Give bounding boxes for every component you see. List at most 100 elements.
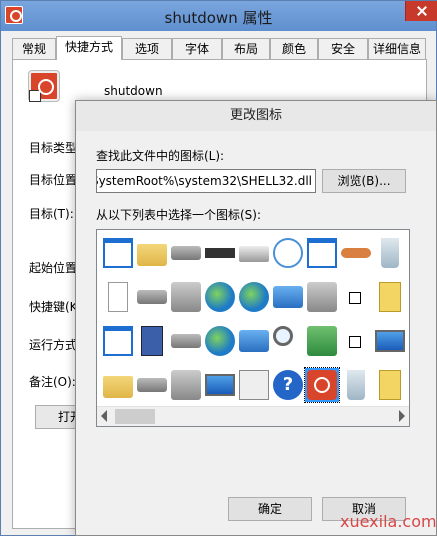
tree-icon — [307, 326, 337, 356]
shortcut-power-icon — [29, 71, 59, 102]
globe-icon — [205, 326, 235, 356]
tab-layout[interactable]: 布局 — [222, 38, 270, 60]
hand-icon — [341, 248, 371, 258]
icon-cell[interactable] — [135, 324, 169, 358]
help-icon: ? — [273, 370, 303, 400]
drive-icon — [137, 290, 167, 304]
window-title: shutdown 属性 — [164, 9, 273, 27]
window-icon — [103, 238, 133, 268]
icon-cell[interactable]: ? — [271, 368, 305, 402]
icon-cell[interactable] — [203, 280, 237, 314]
globe-icon — [239, 282, 269, 312]
monitor-icon — [375, 330, 405, 352]
close-button[interactable] — [405, 1, 437, 21]
icon-cell[interactable] — [135, 236, 169, 270]
icon-cell[interactable] — [135, 368, 169, 402]
watermark: xuexila.com — [340, 512, 437, 531]
shortcut-name: shutdown — [104, 84, 163, 98]
icon-file-path-input[interactable]: %SystemRoot%\system32\SHELL32.dll — [96, 169, 316, 193]
drive-icon — [137, 378, 167, 392]
icon-cell[interactable] — [339, 280, 373, 314]
icon-cell[interactable] — [169, 280, 203, 314]
chip-icon — [205, 248, 235, 258]
folder-icon — [103, 376, 133, 398]
icon-cell[interactable] — [305, 236, 339, 270]
icon-cell[interactable] — [339, 236, 373, 270]
window-icon — [103, 326, 133, 356]
icon-cell[interactable] — [169, 236, 203, 270]
shortcut-key-label: 快捷键(K — [29, 300, 78, 314]
floppy-icon — [141, 326, 163, 356]
icon-cell[interactable] — [271, 324, 305, 358]
tab-details[interactable]: 详细信息 — [368, 38, 426, 60]
comment-label: 备注(O): — [29, 375, 76, 389]
dialog-title: 更改图标 — [76, 101, 436, 131]
icon-cell-selected[interactable] — [304, 367, 340, 403]
target-label: 目标(T): — [29, 207, 74, 221]
icon-cell[interactable] — [169, 368, 203, 402]
shortcut-arrow-icon — [349, 336, 361, 348]
calculator-icon — [239, 370, 269, 400]
icon-cell[interactable] — [101, 236, 135, 270]
icon-cell[interactable] — [135, 280, 169, 314]
scroll-thumb[interactable] — [115, 409, 155, 424]
globe-icon — [205, 282, 235, 312]
icon-cell[interactable] — [373, 368, 407, 402]
icon-cell[interactable] — [203, 324, 237, 358]
run-label: 运行方式 — [29, 338, 78, 352]
tab-shortcut[interactable]: 快捷方式 — [56, 36, 122, 60]
change-icon-dialog: 更改图标 查找此文件中的图标(L): %SystemRoot%\system32… — [75, 100, 437, 536]
yellow-document-icon — [379, 282, 401, 312]
icon-cell[interactable] — [237, 236, 271, 270]
icon-list[interactable]: ? — [96, 229, 410, 427]
icon-cell[interactable] — [237, 324, 271, 358]
control-panel-icon — [273, 286, 303, 308]
icon-cell[interactable] — [373, 280, 407, 314]
monitor-icon — [307, 282, 337, 312]
folder-icon — [137, 244, 167, 266]
icon-cell[interactable] — [305, 324, 339, 358]
network-icon — [239, 330, 269, 352]
shortcut-arrow-icon — [29, 90, 41, 102]
icon-file-path-value: %SystemRoot%\system32\SHELL32.dll — [96, 174, 312, 188]
start-in-label: 起始位置 — [29, 261, 78, 275]
icon-cell[interactable] — [169, 324, 203, 358]
icon-cell[interactable] — [271, 236, 305, 270]
horizontal-scrollbar[interactable] — [97, 406, 409, 426]
target-type-label: 目标类型 — [29, 141, 78, 155]
scroll-left-icon[interactable] — [101, 410, 107, 422]
printer-icon — [239, 246, 269, 262]
clock-icon — [273, 238, 303, 268]
icon-cell[interactable] — [237, 280, 271, 314]
icon-cell[interactable] — [101, 368, 135, 402]
icon-cell[interactable] — [203, 236, 237, 270]
scroll-right-icon[interactable] — [399, 410, 405, 422]
icon-cell[interactable] — [271, 280, 305, 314]
icon-cell[interactable] — [373, 236, 407, 270]
icon-cell[interactable] — [305, 280, 339, 314]
tab-options[interactable]: 选项 — [122, 38, 172, 60]
power-icon — [307, 370, 337, 400]
recycle-bin-icon — [347, 370, 365, 400]
tab-general[interactable]: 常规 — [12, 38, 56, 60]
monitor-icon — [205, 374, 235, 396]
icon-cell[interactable] — [373, 324, 407, 358]
magnifier-icon — [273, 326, 293, 346]
shortcut-arrow-icon — [349, 292, 361, 304]
tab-colors[interactable]: 颜色 — [270, 38, 318, 60]
icon-cell[interactable] — [237, 368, 271, 402]
icon-cell[interactable] — [203, 368, 237, 402]
icon-cell[interactable] — [339, 324, 373, 358]
recycle-bin-icon — [381, 238, 399, 268]
icon-cell[interactable] — [101, 324, 135, 358]
browse-button[interactable]: 浏览(B)... — [322, 169, 406, 193]
ok-button[interactable]: 确定 — [228, 497, 312, 521]
tab-font[interactable]: 字体 — [172, 38, 222, 60]
yellow-document-icon — [379, 370, 401, 400]
tab-security[interactable]: 安全 — [318, 38, 368, 60]
icon-cell[interactable] — [339, 368, 373, 402]
title-bar[interactable]: shutdown 属性 — [1, 1, 437, 31]
drive-icon — [171, 334, 201, 348]
target-location-label: 目标位置 — [29, 173, 78, 187]
icon-cell[interactable] — [101, 280, 135, 314]
